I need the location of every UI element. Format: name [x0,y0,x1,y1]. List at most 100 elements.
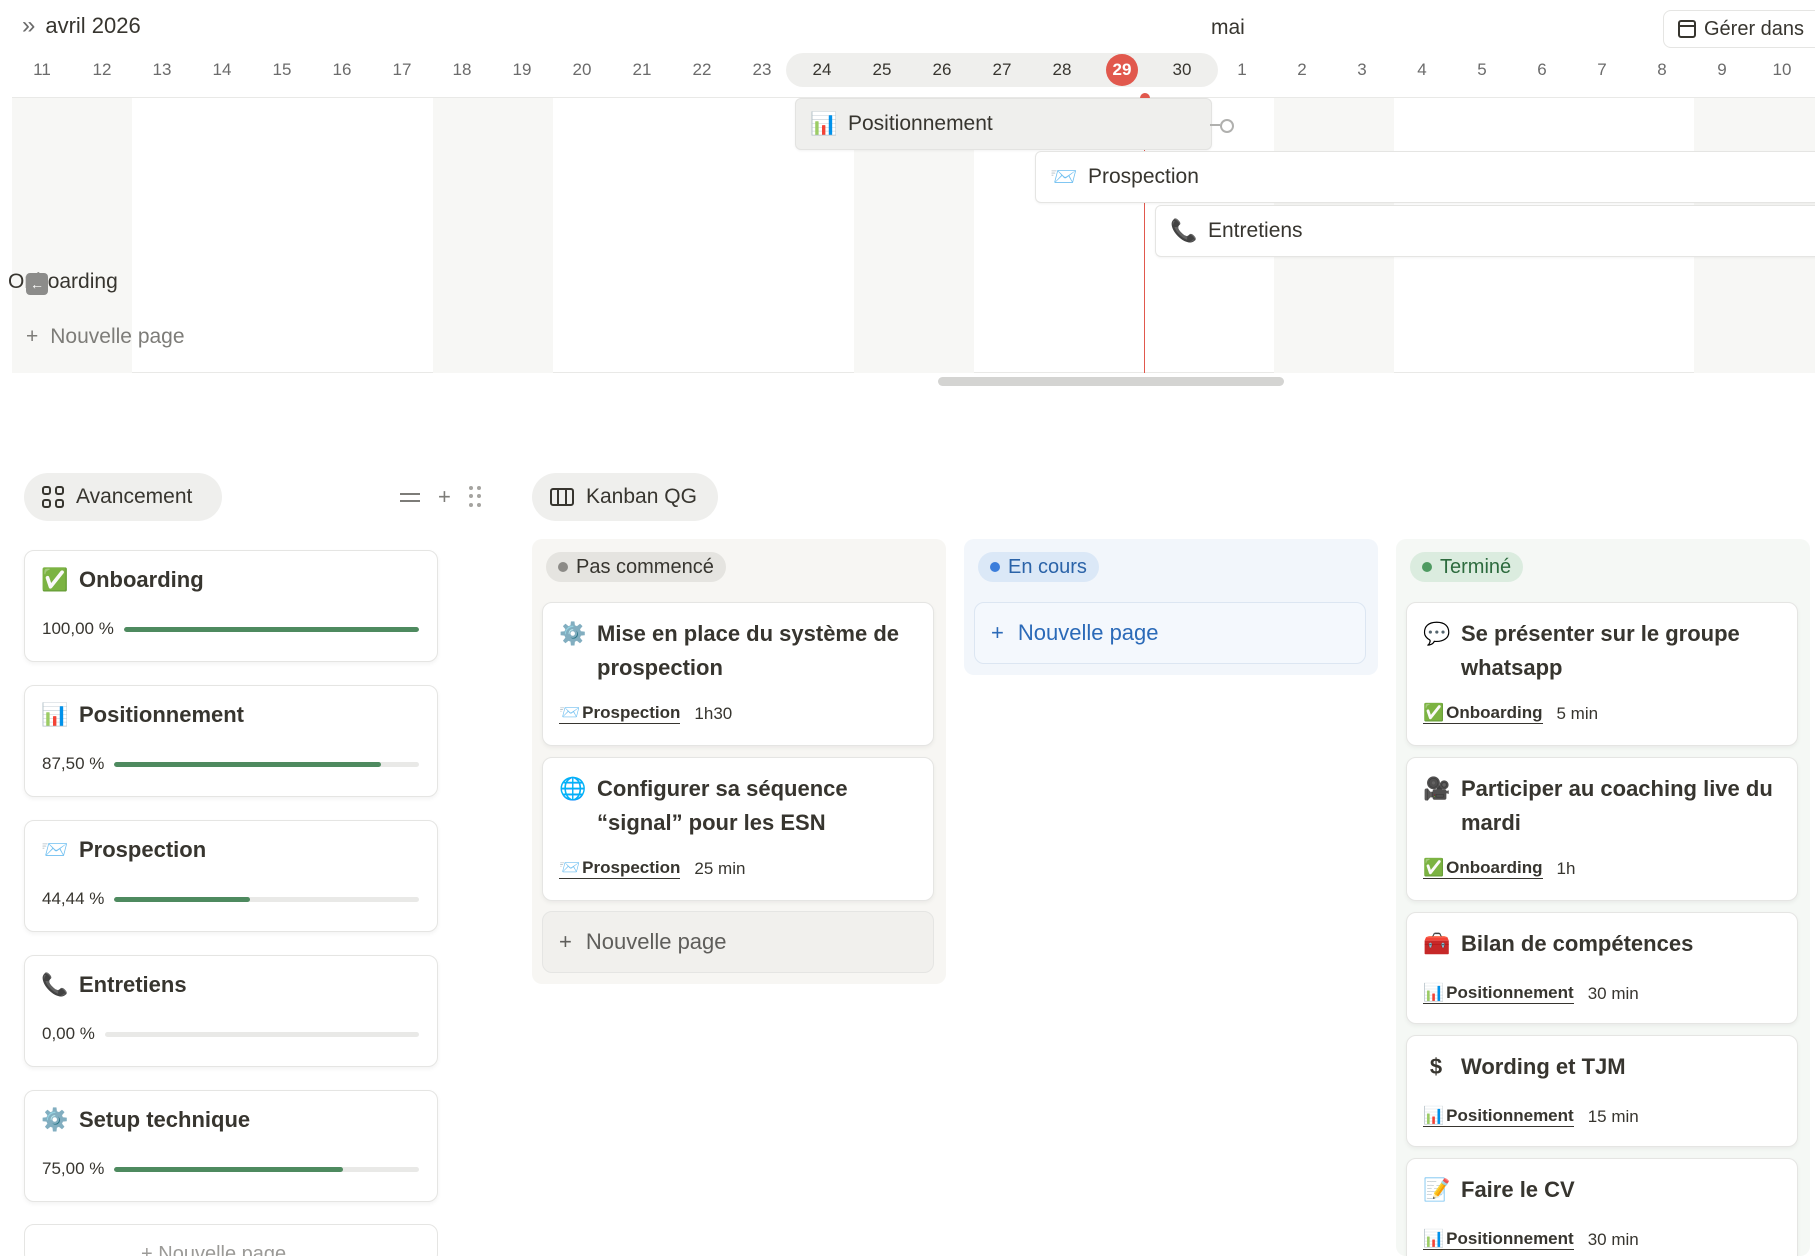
day-label: 22 [692,60,712,79]
progress-card-entretiens[interactable]: 📞 Entretiens 0,00 % [24,955,438,1067]
day-label: 1 [1237,60,1247,79]
kanban-card[interactable]: 🎥 Participer au coaching live du mardi ✅ O… [1406,757,1798,901]
day-label: 15 [272,60,292,79]
day-label: 19 [512,60,532,79]
card-title: Mise en place du système de prospection [597,621,900,680]
day-label: 2 [1297,60,1307,79]
checkmark-icon: ✅ [41,567,69,592]
new-page-button[interactable]: + Nouvelle page [974,602,1366,664]
progress-value: 44,44 % [42,889,105,908]
view-tab-kanban-qg[interactable]: Kanban QG [532,473,718,521]
relation-link[interactable]: 📊 Positionnement [1423,1106,1574,1127]
timeline-header: » avril 2026 [22,12,141,40]
progress-value: 75,00 % [42,1159,105,1178]
envelope-icon: 📨 [1050,164,1078,189]
new-page-button[interactable]: + Nouvelle page [542,911,934,973]
settings-sliders-icon[interactable] [400,489,420,505]
kanban-card[interactable]: 🌐 Configurer sa séquence “signal” pour le… [542,757,934,901]
day-label: 12 [92,60,112,79]
progress-card-positionnement[interactable]: 📊 Positionnement 87,50 % [24,685,438,797]
plus-icon: + [141,1243,159,1256]
expand-chevrons-icon[interactable]: » [22,12,35,40]
gear-icon: ⚙️ [41,1107,69,1132]
day-label: 13 [152,60,172,79]
duration: 15 min [1587,1106,1639,1126]
day-label: 5 [1477,60,1487,79]
chart-icon: 📊 [1423,983,1445,1002]
horizontal-scrollbar[interactable] [938,377,1284,386]
progress-card-setup-technique[interactable]: ⚙️ Setup technique 75,00 % [24,1090,438,1202]
memo-icon: 📝 [1423,1177,1451,1202]
month-label-april: avril 2026 [45,13,141,38]
kanban-card[interactable]: 📝 Faire le CV 📊 Positionnement 30 min [1406,1158,1798,1256]
timeline-bar-prospection[interactable]: 📨 Prospection [1035,151,1815,203]
day-label: 16 [332,60,352,79]
view-tab-avancement[interactable]: Avancement [24,473,222,521]
day-label: 26 [932,60,952,79]
day-label: 7 [1597,60,1607,79]
progress-bar [114,1166,419,1172]
duration: 30 min [1587,983,1639,1003]
dollar-icon: $ [1429,1054,1443,1079]
gear-icon: ⚙️ [559,621,587,646]
relation-link[interactable]: ✅ Onboarding [1423,703,1543,724]
day-label: 27 [992,60,1012,79]
chart-icon: 📊 [1423,1106,1445,1125]
relation-link[interactable]: ✅ Onboarding [1423,858,1543,879]
progress-value: 87,50 % [42,754,105,773]
card-title: Configurer sa séquence “signal” pour les… [597,776,848,835]
progress-bar [114,896,419,902]
dependency-handle-icon[interactable] [1210,118,1234,133]
manage-in-calendar-button[interactable]: Gérer dans [1663,10,1815,48]
kanban-card[interactable]: $ Wording et TJM 📊 Positionnement 15 min [1406,1035,1798,1147]
avancement-new-page-button[interactable]: + Nouvelle page [24,1224,438,1256]
duration: 25 min [694,858,746,878]
video-camera-icon: 🎥 [1423,776,1451,801]
day-label: 3 [1357,60,1367,79]
kanban-card[interactable]: 🧰 Bilan de compétences 📊 Positionnement 30 … [1406,912,1798,1024]
card-title: Bilan de compétences [1461,931,1694,956]
relation-link[interactable]: 📊 Positionnement [1423,1229,1574,1250]
plus-icon[interactable]: + [438,484,451,510]
progress-bar [114,761,419,767]
progress-value: 100,00 % [42,619,114,638]
kanban-card[interactable]: 💬 Se présenter sur le groupe whatsapp ✅ On… [1406,602,1798,746]
progress-card-onboarding[interactable]: ✅ Onboarding 100,00 % [24,550,438,662]
kanban-column-en-cours: En cours + Nouvelle page [964,539,1378,675]
relation-link[interactable]: 📨 Prospection [559,858,681,879]
relation-link[interactable]: 📊 Positionnement [1423,983,1574,1004]
timeline-new-page-button[interactable]: + Nouvelle page [26,325,185,349]
timeline-row-onboarding[interactable]: Onboarding [8,270,118,294]
calendar-icon [1678,20,1696,38]
kanban-column-pas-commence: Pas commencé ⚙️ Mise en place du système … [532,539,946,984]
day-label-today: 29 [1112,60,1132,79]
weekend-column [433,98,553,373]
day-label: 6 [1537,60,1547,79]
board-icon [550,488,574,506]
plus-icon: + [559,929,572,954]
card-title: Wording et TJM [1461,1054,1626,1079]
card-title: Participer au coaching live du mardi [1461,776,1773,835]
chart-icon: 📊 [1423,1229,1445,1248]
progress-card-prospection[interactable]: 📨 Prospection 44,44 % [24,820,438,932]
drag-handle-icon[interactable] [468,486,481,508]
whatsapp-icon: 💬 [1423,621,1451,646]
day-label: 10 [1772,60,1792,79]
view-toolbar: + [400,484,481,510]
arrow-left-icon[interactable]: ← [26,273,48,295]
toolbox-icon: 🧰 [1423,931,1451,956]
day-label: 18 [452,60,472,79]
day-label: 25 [872,60,892,79]
gallery-icon [42,486,64,508]
kanban-card[interactable]: ⚙️ Mise en place du système de prospectio… [542,602,934,746]
day-label: 4 [1417,60,1427,79]
timeline-bar-positionnement[interactable]: 📊 Positionnement [795,98,1212,150]
timeline-bar-entretiens[interactable]: 📞 Entretiens [1155,205,1815,257]
chart-icon: 📊 [810,111,838,136]
timeline-view: » avril 2026 mai Gérer dans 11 12 13 14 … [0,0,1815,390]
relation-link[interactable]: 📨 Prospection [559,703,681,724]
duration: 5 min [1556,703,1599,723]
day-label: 24 [812,60,832,79]
kanban-column-termine: Terminé 💬 Se présenter sur le groupe what… [1396,539,1810,1256]
chart-icon: 📊 [41,702,69,727]
